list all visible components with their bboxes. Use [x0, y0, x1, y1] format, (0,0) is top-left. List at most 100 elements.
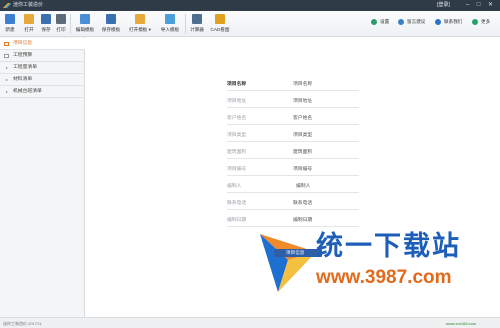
expand-arrow-icon[interactable]: ▸ [6, 62, 8, 74]
contact-icon [435, 19, 441, 25]
title-bar: 迷你工装造价 [登录] – □ ✕ [0, 0, 500, 11]
new-label: 新建 [5, 27, 15, 32]
expand-arrow-icon[interactable]: ▸ [6, 86, 8, 98]
toolbar: 新建 打开 保存 打印 编辑模板 保存模板 打开模板 ▾ 导入模板 计算器 CA… [0, 11, 500, 37]
open-template-button[interactable]: 打开模板 ▾ [124, 13, 156, 35]
open-template-label: 打开模板 ▾ [129, 27, 151, 32]
settings-label: 设置 [380, 19, 390, 24]
watermark-url: www.3987.com [316, 267, 452, 288]
open-button[interactable]: 打开 [21, 13, 37, 35]
edit-template-button[interactable]: 编辑模板 [72, 13, 98, 35]
save-label: 保存 [41, 27, 51, 32]
calculator-icon [192, 14, 202, 24]
document-icon [4, 54, 9, 58]
field-label: 客户姓名 [227, 116, 247, 121]
print-button[interactable]: 打印 [53, 13, 69, 35]
project-address-field[interactable]: 项目地址 [293, 97, 312, 104]
sidebar-item-material-list[interactable]: ▸ 材料清单 [0, 74, 85, 86]
project-name-field[interactable]: 项目名称 [293, 80, 312, 87]
settings-link[interactable]: 设置 [371, 18, 393, 26]
compiler-field[interactable]: 编制人 [296, 182, 310, 189]
watermark-logo-icon [260, 234, 316, 292]
folder-open-icon [24, 14, 34, 24]
sidebar-item-label: 材料清单 [13, 77, 33, 82]
contact-link[interactable]: 联系我们 [435, 18, 469, 26]
edit-template-icon [80, 14, 90, 24]
form-row-project-name[interactable]: 项目名称 项目名称 [227, 77, 359, 91]
field-label: 联系电话 [227, 201, 247, 206]
field-label: 编制人 [227, 184, 242, 189]
printer-icon [56, 14, 66, 24]
import-template-label: 导入模板 [160, 27, 180, 32]
import-template-button[interactable]: 导入模板 [156, 13, 184, 35]
version-text: 迷你工装造价 2017V1 [3, 321, 42, 326]
form-row-project-address[interactable]: 项目地址 项目地址 [227, 94, 359, 108]
toolbar-separator [70, 14, 71, 34]
calculator-label: 计算器 [190, 27, 204, 32]
more-link[interactable]: 更多 [472, 18, 496, 26]
form-row-phone[interactable]: 联系电话 联系电话 [227, 196, 359, 210]
open-label: 打开 [24, 27, 34, 32]
edit-template-label: 编辑模板 [75, 27, 95, 32]
field-label: 建筑面积 [227, 150, 247, 155]
field-label: 项目类型 [227, 133, 247, 138]
cad-viewer-label: CAD看图 [210, 27, 230, 32]
sidebar: 项目信息 工程预算 ▸ 工程量清单 ▸ 材料清单 ▸ 机械台班清单 [0, 37, 85, 317]
field-label: 项目编号 [227, 167, 247, 172]
form-row-project-type[interactable]: 项目类型 项目类型 [227, 128, 359, 142]
cad-viewer-icon [215, 14, 225, 24]
sidebar-item-label: 机械台班清单 [13, 89, 42, 94]
app-logo-icon [3, 3, 11, 8]
watermark-overlay: 项目信息 统一下载站 www.3987.com [258, 224, 498, 316]
phone-field[interactable]: 联系电话 [293, 199, 312, 206]
date-field[interactable]: 编制日期 [293, 216, 312, 223]
expand-arrow-icon[interactable]: ▸ [6, 74, 8, 86]
project-type-field[interactable]: 项目类型 [293, 131, 312, 138]
form-row-customer-name[interactable]: 客户姓名 客户姓名 [227, 111, 359, 125]
feedback-label: 留言建议 [407, 19, 426, 24]
building-area-field[interactable]: 建筑面积 [293, 148, 312, 155]
more-label: 更多 [481, 19, 491, 24]
form-row-compiler[interactable]: 编制人 编制人 [227, 179, 359, 193]
save-template-label: 保存模板 [101, 27, 121, 32]
save-template-button[interactable]: 保存模板 [98, 13, 124, 35]
watermark-tag: 项目信息 [274, 249, 322, 257]
status-bar: 迷你工装造价 2017V1 www.xm168.com [0, 317, 500, 328]
sidebar-item-label: 工程预算 [13, 53, 33, 58]
import-template-icon [165, 14, 175, 24]
sidebar-item-label: 项目信息 [13, 41, 33, 46]
feedback-link[interactable]: 留言建议 [398, 18, 432, 26]
new-button[interactable]: 新建 [2, 13, 18, 35]
window-title: 迷你工装造价 [13, 2, 44, 8]
gear-icon [371, 19, 377, 25]
sidebar-item-project-info[interactable]: 项目信息 [0, 38, 85, 50]
minimize-button[interactable]: – [463, 1, 472, 9]
contact-label: 联系我们 [444, 19, 463, 24]
sidebar-item-machinery-list[interactable]: ▸ 机械台班清单 [0, 86, 85, 98]
form-row-building-area[interactable]: 建筑面积 建筑面积 [227, 145, 359, 159]
login-link[interactable]: [登录] [437, 2, 450, 9]
more-icon [472, 19, 478, 25]
save-button[interactable]: 保存 [38, 13, 54, 35]
form-row-project-number[interactable]: 项目编号 项目编号 [227, 162, 359, 176]
field-label: 项目地址 [227, 99, 247, 104]
new-file-icon [5, 14, 15, 24]
field-label: 编制日期 [227, 218, 247, 223]
sidebar-item-label: 工程量清单 [13, 65, 37, 70]
field-label: 项目名称 [227, 82, 247, 87]
maximize-button[interactable]: □ [474, 1, 483, 9]
sidebar-item-budget[interactable]: 工程预算 [0, 50, 85, 62]
cad-viewer-button[interactable]: CAD看图 [207, 13, 233, 35]
customer-name-field[interactable]: 客户姓名 [293, 114, 312, 121]
print-label: 打印 [56, 27, 66, 32]
calculator-button[interactable]: 计算器 [186, 13, 208, 35]
sidebar-item-quantity-list[interactable]: ▸ 工程量清单 [0, 62, 85, 74]
website-link[interactable]: www.xm168.com [446, 321, 476, 326]
watermark-title: 统一下载站 [316, 231, 461, 262]
save-template-icon [106, 14, 116, 24]
project-number-field[interactable]: 项目编号 [293, 165, 312, 172]
document-icon [4, 42, 9, 46]
save-icon [41, 14, 51, 24]
close-button[interactable]: ✕ [486, 1, 495, 9]
message-icon [398, 19, 404, 25]
